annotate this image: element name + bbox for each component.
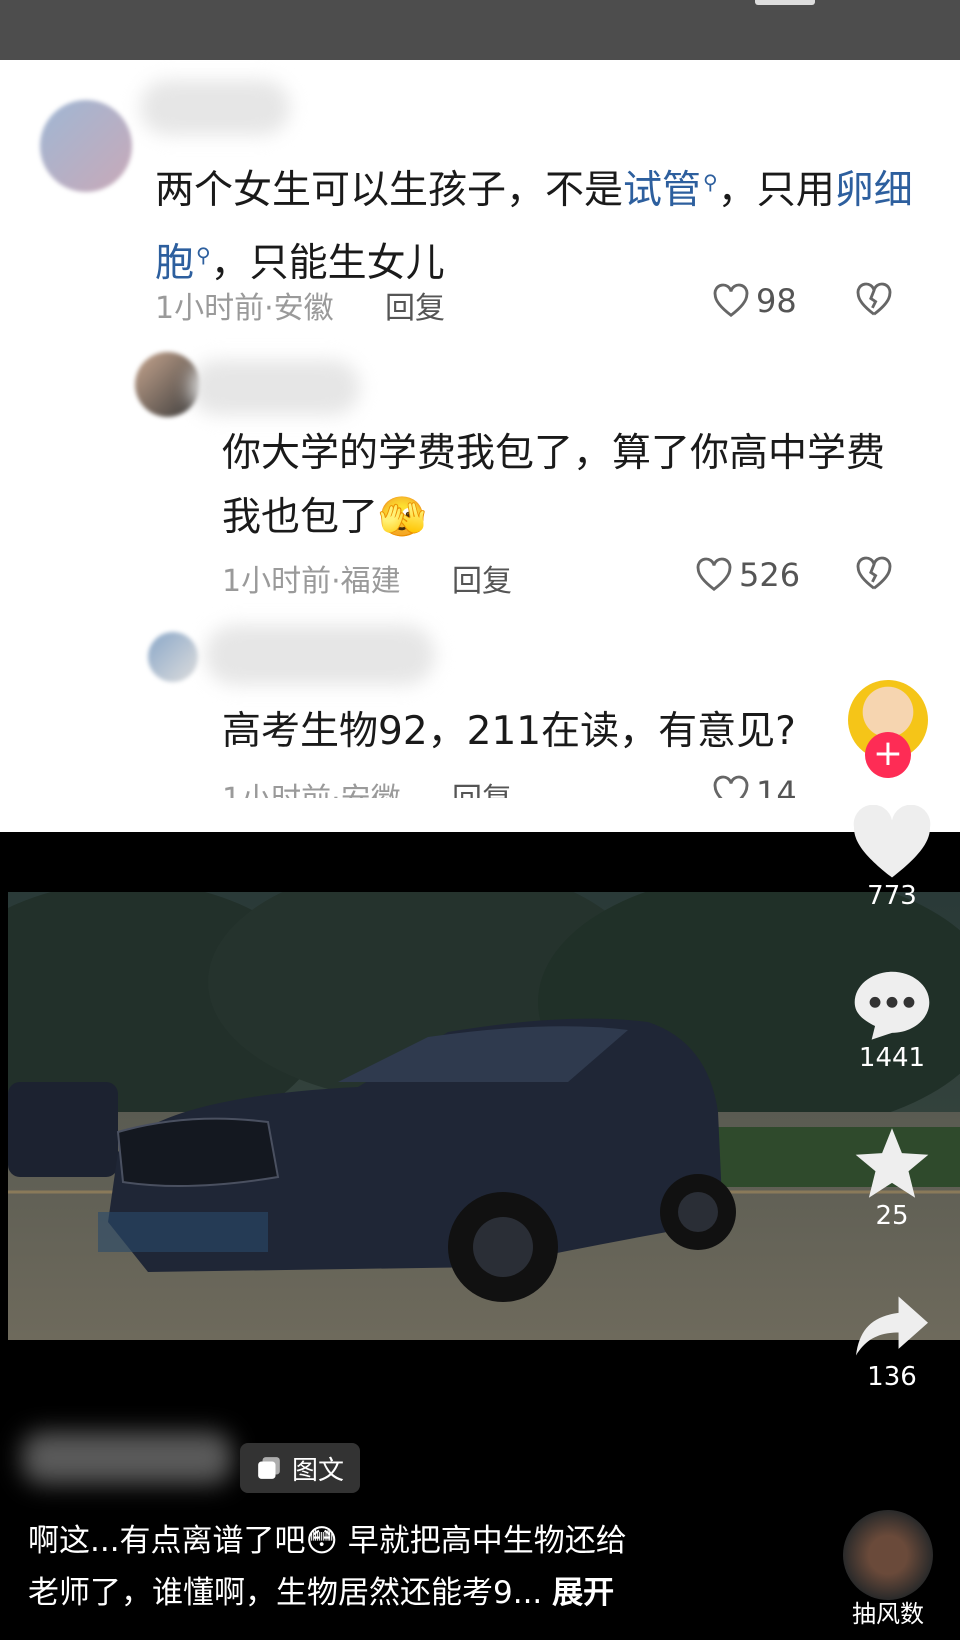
username-blurred	[205, 625, 435, 685]
broken-heart-icon	[856, 282, 892, 316]
gallery-icon	[258, 1457, 280, 1479]
music-disc-icon	[843, 1510, 933, 1600]
share-count: 136	[867, 1362, 917, 1392]
like-button[interactable]: 14	[712, 774, 797, 798]
follow-plus-icon[interactable]: +	[865, 732, 911, 778]
comment-screenshot: 两个女生可以生孩子，不是试管 ⚲，只用卵细胞 ⚲，只能生女儿 1小时前·安徽 回复 …	[0, 60, 960, 832]
status-pill	[755, 0, 815, 5]
music-disc[interactable]: 抽风数	[838, 1510, 938, 1628]
heart-icon	[853, 805, 931, 878]
star-icon	[855, 1128, 929, 1198]
username-blurred	[190, 360, 360, 415]
dislike-button[interactable]	[855, 282, 893, 322]
like-count: 14	[756, 774, 797, 798]
comment-text: 高考生物92，211在读，有意见?	[222, 709, 796, 754]
comment-meta: 1小时前·安徽	[222, 774, 401, 798]
heart-outline-icon	[713, 775, 749, 798]
emoji: 😳	[305, 1523, 338, 1559]
comment-action[interactable]: 1441	[842, 965, 942, 1073]
author-follow[interactable]: +	[838, 680, 938, 790]
reply-button[interactable]: 回复	[452, 556, 512, 600]
expand-button[interactable]: 展开	[552, 1575, 614, 1611]
broken-heart-icon	[856, 556, 892, 590]
car-photo	[8, 892, 960, 1340]
comment-meta: 1小时前·福建	[222, 564, 401, 599]
share-action[interactable]: 136	[842, 1290, 942, 1392]
comment-meta: 1小时前·安徽	[155, 291, 334, 326]
search-link[interactable]: 试管 ⚲	[623, 168, 718, 213]
comment-bubble-icon	[854, 971, 930, 1040]
comment-text: 两个女生可以生孩子，不是试管 ⚲，只用卵细胞 ⚲，只能生女儿	[155, 168, 913, 286]
like-button[interactable]: 526	[695, 556, 800, 594]
search-icon: ⚲	[196, 243, 211, 267]
post-type-tag: 图文	[240, 1443, 361, 1493]
search-icon: ⚲	[703, 170, 718, 194]
comment-text: 你大学的学费我包了，算了你高中学费我也包了🫣	[222, 431, 886, 540]
dislike-button[interactable]	[855, 556, 893, 596]
like-button[interactable]: 98	[712, 282, 797, 320]
heart-outline-icon	[696, 557, 732, 592]
post-description[interactable]: 啊这...有点离谱了吧😳 早就把高中生物还给 老师了，谁懂啊，生物居然还能考9.…	[28, 1515, 788, 1619]
heart-outline-icon	[713, 283, 749, 318]
comment-meta-row-cropped: 1小时前·安徽 回复 14	[0, 768, 960, 798]
reply-button[interactable]: 回复	[452, 774, 512, 798]
like-count: 773	[867, 881, 917, 911]
favorite-count: 25	[875, 1201, 909, 1231]
comment-count: 1441	[858, 1043, 926, 1073]
favorite-action[interactable]: 25	[842, 1125, 942, 1231]
like-count: 526	[739, 556, 801, 594]
post-image-car[interactable]	[8, 892, 960, 1340]
status-bar	[0, 0, 960, 60]
username-blurred	[140, 80, 290, 135]
like-count: 98	[756, 282, 797, 320]
like-action[interactable]: 773	[842, 805, 942, 911]
avatar[interactable]	[148, 632, 198, 682]
reply-button[interactable]: 回复	[385, 283, 445, 327]
music-label: 抽风数	[852, 1600, 924, 1628]
share-arrow-icon	[856, 1296, 928, 1356]
post-type-label: 图文	[292, 1455, 345, 1486]
author-name-blurred[interactable]	[22, 1432, 232, 1484]
avatar[interactable]	[40, 100, 132, 192]
emoji: 🫣	[378, 495, 427, 540]
